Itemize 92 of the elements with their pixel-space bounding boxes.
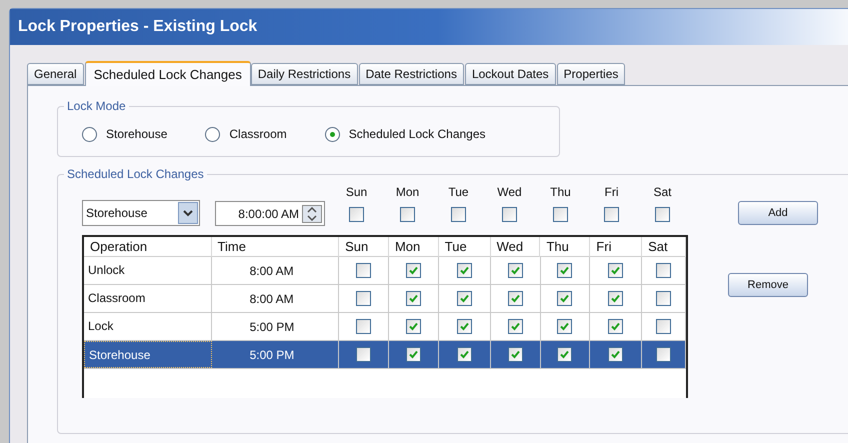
checkmark-icon bbox=[559, 349, 570, 360]
checkbox[interactable] bbox=[356, 319, 372, 334]
table-row[interactable]: Lock 5:00 PM bbox=[84, 313, 686, 341]
table-row[interactable]: Unlock 8:00 AM bbox=[84, 257, 686, 285]
radio-option[interactable]: Storehouse bbox=[82, 120, 168, 143]
day-label: Sun bbox=[346, 184, 368, 201]
radio-option[interactable]: Scheduled Lock Changes bbox=[324, 120, 486, 143]
checkmark-icon bbox=[458, 293, 470, 304]
table-cell: 8:00 AM bbox=[212, 257, 340, 284]
checkmark-icon bbox=[510, 293, 521, 304]
checked-checkbox[interactable] bbox=[508, 291, 523, 306]
table-row[interactable]: Classroom 8:00 AM bbox=[84, 285, 686, 313]
checkmark-icon bbox=[510, 349, 521, 360]
checked-checkbox[interactable] bbox=[406, 291, 421, 306]
add-button[interactable]: Add bbox=[738, 201, 818, 225]
checkmark-icon bbox=[458, 265, 470, 276]
window-title: Lock Properties - Existing Lock bbox=[18, 17, 258, 37]
checkmark-icon bbox=[408, 265, 419, 276]
day-label: Sat bbox=[653, 184, 672, 201]
checkbox[interactable] bbox=[356, 347, 372, 362]
day-label: Thu bbox=[550, 184, 571, 201]
checked-checkbox[interactable] bbox=[406, 347, 421, 362]
checkbox[interactable] bbox=[604, 207, 619, 222]
checked-checkbox[interactable] bbox=[406, 263, 421, 278]
checked-checkbox[interactable] bbox=[406, 319, 421, 334]
operation-dropdown[interactable]: Storehouse bbox=[82, 200, 200, 226]
table-cell: Storehouse bbox=[84, 341, 212, 368]
checkmark-icon bbox=[458, 349, 470, 360]
checkmark-icon bbox=[510, 321, 521, 332]
checked-checkbox[interactable] bbox=[557, 319, 572, 334]
checked-checkbox[interactable] bbox=[508, 319, 523, 334]
table-cell: 8:00 AM bbox=[212, 285, 340, 312]
checked-checkbox[interactable] bbox=[608, 347, 624, 362]
day-label: Fri bbox=[604, 184, 618, 201]
checkmark-icon bbox=[559, 293, 570, 304]
time-field[interactable]: 8:00:00 AM bbox=[215, 201, 325, 226]
checkmark-icon bbox=[610, 293, 622, 304]
checkmark-icon bbox=[408, 321, 419, 332]
remove-button[interactable]: Remove bbox=[728, 273, 808, 297]
checked-checkbox[interactable] bbox=[557, 263, 572, 278]
table-cell: Classroom bbox=[84, 285, 212, 312]
checkbox[interactable] bbox=[656, 347, 672, 362]
checkbox[interactable] bbox=[553, 207, 568, 222]
day-label: Mon bbox=[396, 184, 420, 201]
checkbox[interactable] bbox=[656, 263, 672, 278]
tab[interactable]: Lockout Dates bbox=[464, 63, 556, 85]
table-cell: 5:00 PM bbox=[212, 313, 340, 340]
checked-checkbox[interactable] bbox=[608, 319, 624, 334]
checkmark-icon bbox=[510, 265, 521, 276]
checkbox[interactable] bbox=[356, 263, 372, 278]
checked-checkbox[interactable] bbox=[508, 263, 523, 278]
checked-checkbox[interactable] bbox=[456, 347, 472, 362]
radio-button[interactable] bbox=[205, 126, 220, 142]
checkmark-icon bbox=[408, 293, 419, 304]
tab[interactable]: General bbox=[27, 63, 84, 85]
checked-checkbox[interactable] bbox=[456, 291, 472, 306]
table-cell: 5:00 PM bbox=[212, 341, 340, 368]
checkbox[interactable] bbox=[502, 207, 517, 222]
checked-checkbox[interactable] bbox=[557, 347, 572, 362]
tab[interactable]: Scheduled Lock Changes bbox=[84, 61, 251, 86]
radio-button[interactable] bbox=[324, 126, 340, 142]
checkmark-icon bbox=[610, 321, 622, 332]
checkmark-icon bbox=[559, 265, 570, 276]
table-cell: Unlock bbox=[84, 257, 212, 284]
checked-checkbox[interactable] bbox=[557, 291, 572, 306]
checked-checkbox[interactable] bbox=[608, 291, 624, 306]
checkbox[interactable] bbox=[356, 291, 372, 306]
checkbox[interactable] bbox=[656, 291, 672, 306]
checkbox[interactable] bbox=[655, 207, 670, 222]
radio-option[interactable]: Classroom bbox=[205, 120, 287, 143]
checked-checkbox[interactable] bbox=[456, 263, 472, 278]
checkmark-icon bbox=[559, 321, 570, 332]
checked-checkbox[interactable] bbox=[456, 319, 472, 334]
table-row[interactable]: Storehouse 5:00 PM bbox=[84, 341, 686, 369]
checked-checkbox[interactable] bbox=[508, 347, 523, 362]
radio-button[interactable] bbox=[82, 126, 97, 142]
table-cell: Lock bbox=[84, 313, 212, 340]
tab[interactable]: Daily Restrictions bbox=[250, 63, 358, 85]
day-label: Wed bbox=[497, 184, 522, 201]
checkmark-icon bbox=[458, 321, 470, 332]
checkmark-icon bbox=[408, 349, 419, 360]
checkbox[interactable] bbox=[656, 319, 672, 334]
checkbox[interactable] bbox=[400, 207, 415, 222]
checkbox[interactable] bbox=[451, 207, 466, 222]
checkbox[interactable] bbox=[349, 207, 364, 222]
checkmark-icon bbox=[610, 265, 622, 276]
tab[interactable]: Properties bbox=[556, 63, 626, 85]
day-label: Tue bbox=[448, 184, 469, 201]
checkmark-icon bbox=[610, 349, 622, 360]
spinner-icon[interactable] bbox=[302, 204, 322, 222]
tab[interactable]: Date Restrictions bbox=[358, 63, 464, 85]
checked-checkbox[interactable] bbox=[608, 263, 624, 278]
